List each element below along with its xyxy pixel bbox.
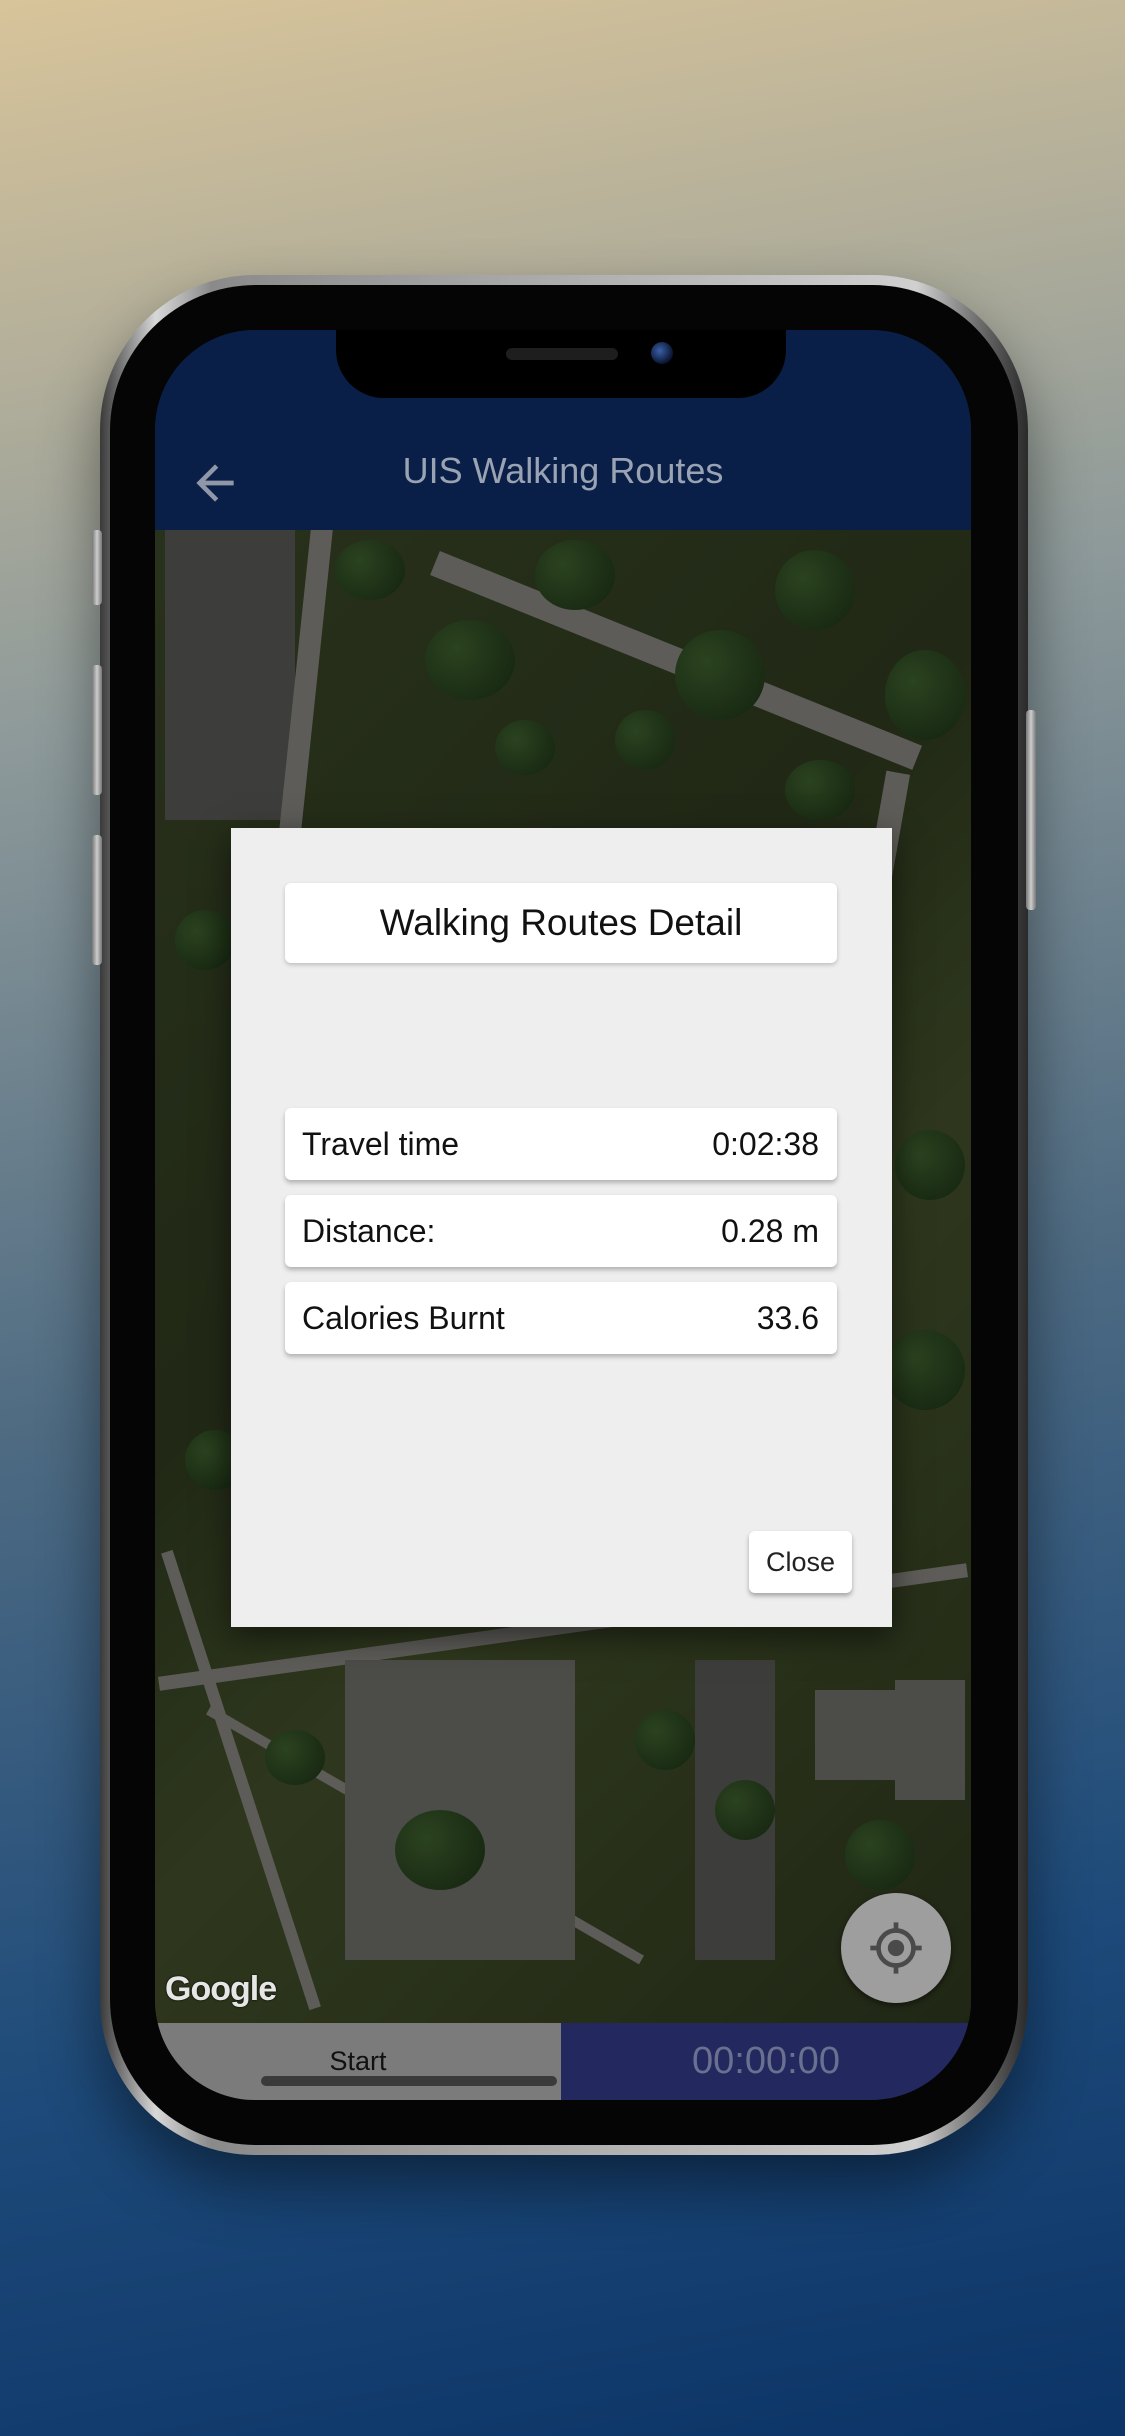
volume-up-button — [92, 665, 102, 795]
my-location-button[interactable] — [841, 1893, 951, 2003]
travel-time-row: Travel time 0:02:38 — [285, 1108, 837, 1180]
travel-time-value: 0:02:38 — [712, 1126, 819, 1162]
bottom-bar: Start 00:00:00 — [155, 2023, 971, 2100]
volume-down-button — [92, 835, 102, 965]
calories-value: 33.6 — [756, 1300, 819, 1336]
google-logo: Google — [165, 1970, 277, 2008]
calories-row: Calories Burnt 33.6 — [285, 1282, 837, 1354]
start-button[interactable]: Start — [155, 2023, 561, 2100]
notch — [336, 330, 786, 398]
distance-label: Distance: — [302, 1213, 436, 1249]
timer-display: 00:00:00 — [561, 2023, 971, 2100]
walking-routes-detail-dialog: Walking Routes Detail Travel time 0:02:3… — [231, 828, 892, 1627]
close-button[interactable]: Close — [749, 1531, 852, 1593]
travel-time-label: Travel time — [302, 1126, 460, 1162]
my-location-icon — [870, 1922, 922, 1974]
mute-switch — [92, 530, 102, 605]
distance-value: 0.28 m — [721, 1213, 819, 1249]
speaker-grille — [506, 348, 618, 360]
calories-label: Calories Burnt — [302, 1300, 505, 1336]
home-indicator[interactable] — [261, 2076, 557, 2086]
dialog-title: Walking Routes Detail — [285, 883, 837, 963]
page-title: UIS Walking Routes — [402, 450, 724, 491]
distance-row: Distance: 0.28 m — [285, 1195, 837, 1267]
power-button — [1026, 710, 1036, 910]
front-camera — [651, 342, 673, 364]
